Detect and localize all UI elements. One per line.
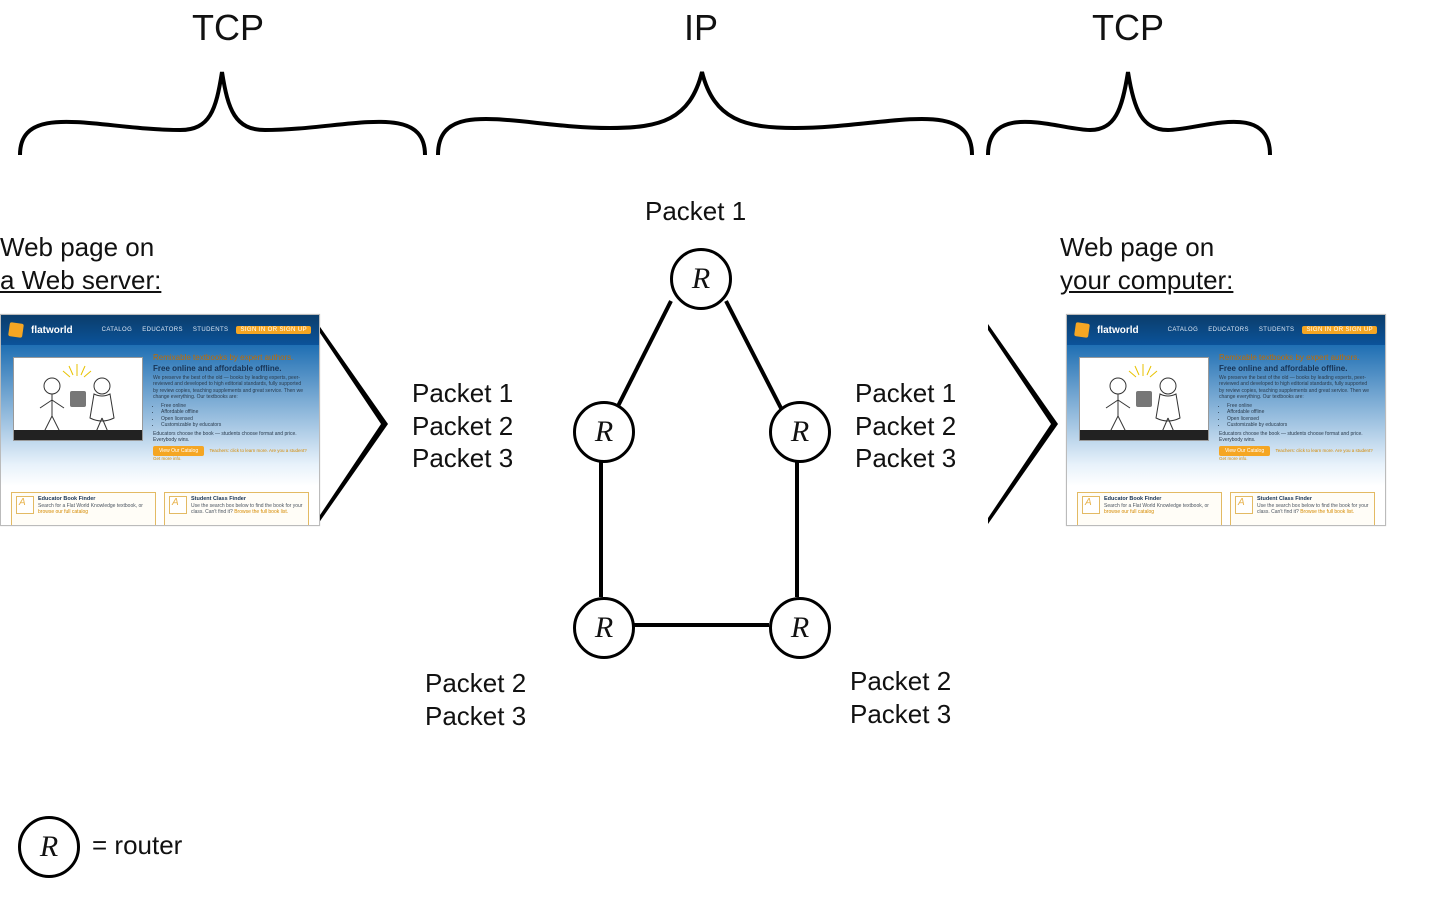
- nav-item: STUDENTS: [193, 327, 229, 333]
- caption-server-line1: Web page on: [0, 231, 154, 264]
- card-link: Browse the full book list.: [234, 509, 288, 515]
- hero-blurb: We preserve the best of the old — books …: [153, 375, 307, 401]
- logo-icon: [8, 322, 24, 338]
- hero-bullet: Customizable by educators: [1227, 422, 1373, 429]
- webpage-thumb-server: flatworld CATALOG EDUCATORS STUDENTS SIG…: [0, 314, 320, 526]
- card-student: Student Class Finder Use the search box …: [164, 492, 309, 526]
- caption-client-line1: Web page on: [1060, 231, 1214, 264]
- router-mid-right: R: [769, 401, 831, 463]
- hero-headline-2: Free online and affordable offline.: [153, 364, 307, 374]
- router-glyph: R: [791, 611, 809, 645]
- caption-client-line2: your computer:: [1060, 264, 1233, 297]
- caption-server-line2: a Web server:: [0, 264, 161, 297]
- thumb-nav: CATALOG EDUCATORS STUDENTS: [1168, 327, 1295, 333]
- signin-pill: SIGN IN OR SIGN UP: [236, 326, 311, 334]
- nav-item: EDUCATORS: [1208, 327, 1249, 333]
- card-student: Student Class Finder Use the search box …: [1230, 492, 1375, 526]
- arrow-server-out: [318, 324, 388, 524]
- router-top: R: [670, 248, 732, 310]
- thumb-nav: CATALOG EDUCATORS STUDENTS: [102, 327, 229, 333]
- router-bot-left: R: [573, 597, 635, 659]
- router-bot-right: R: [769, 597, 831, 659]
- video-box: [1079, 357, 1209, 441]
- legend-router-icon: R: [18, 816, 80, 878]
- webpage-thumb-client: flatworld CATALOG EDUCATORS STUDENTS SIG…: [1066, 314, 1386, 526]
- logo-icon: [1074, 322, 1090, 338]
- brand-name: flatworld: [1097, 325, 1139, 336]
- cta-button: View Our Catalog: [153, 446, 204, 457]
- video-box: [13, 357, 143, 441]
- packets-out-list: Packet 1 Packet 2 Packet 3: [412, 377, 513, 475]
- letter-icon: [1082, 496, 1100, 514]
- letter-icon: [1235, 496, 1253, 514]
- hero-sub: Educators choose the book — students cho…: [153, 431, 307, 444]
- card-title: Student Class Finder: [191, 496, 246, 502]
- card-link: browse our full catalog: [1104, 509, 1154, 515]
- router-glyph: R: [40, 830, 58, 864]
- hero-headline-2: Free online and affordable offline.: [1219, 364, 1373, 374]
- cta-button: View Our Catalog: [1219, 446, 1270, 457]
- packets-in-list: Packet 1 Packet 2 Packet 3: [855, 377, 956, 475]
- nav-item: CATALOG: [102, 327, 133, 333]
- card-link: Browse the full book list.: [1300, 509, 1354, 515]
- router-glyph: R: [595, 415, 613, 449]
- router-mid-left: R: [573, 401, 635, 463]
- legend-text: = router: [92, 829, 182, 862]
- play-icon: [1136, 391, 1152, 407]
- router-glyph: R: [791, 415, 809, 449]
- hero-blurb: We preserve the best of the old — books …: [1219, 375, 1373, 401]
- hero-headline-1: Remixable textbooks by expert authors.: [153, 353, 307, 363]
- nav-item: EDUCATORS: [142, 327, 183, 333]
- router-glyph: R: [595, 611, 613, 645]
- hero-bullet: Customizable by educators: [161, 422, 307, 429]
- card-title: Educator Book Finder: [1104, 496, 1161, 502]
- tcp-ip-diagram: { "headers": { "tcp_left": "TCP", "ip": …: [0, 0, 1448, 901]
- nav-item: CATALOG: [1168, 327, 1199, 333]
- packets-bottom-left: Packet 2 Packet 3: [425, 667, 526, 732]
- letter-icon: [16, 496, 34, 514]
- arrow-client-in: [988, 324, 1058, 524]
- letter-icon: [169, 496, 187, 514]
- nav-item: STUDENTS: [1259, 327, 1295, 333]
- router-glyph: R: [692, 262, 710, 296]
- hero-headline-1: Remixable textbooks by expert authors.: [1219, 353, 1373, 363]
- card-educator: Educator Book Finder Search for a Flat W…: [1077, 492, 1222, 526]
- card-link: browse our full catalog: [38, 509, 88, 515]
- signin-pill: SIGN IN OR SIGN UP: [1302, 326, 1377, 334]
- play-icon: [70, 391, 86, 407]
- brand-name: flatworld: [31, 325, 73, 336]
- hero-sub: Educators choose the book — students cho…: [1219, 431, 1373, 444]
- card-educator: Educator Book Finder Search for a Flat W…: [11, 492, 156, 526]
- packets-bottom-right: Packet 2 Packet 3: [850, 665, 951, 730]
- card-title: Student Class Finder: [1257, 496, 1312, 502]
- card-title: Educator Book Finder: [38, 496, 95, 502]
- label-packet-top: Packet 1: [645, 195, 746, 228]
